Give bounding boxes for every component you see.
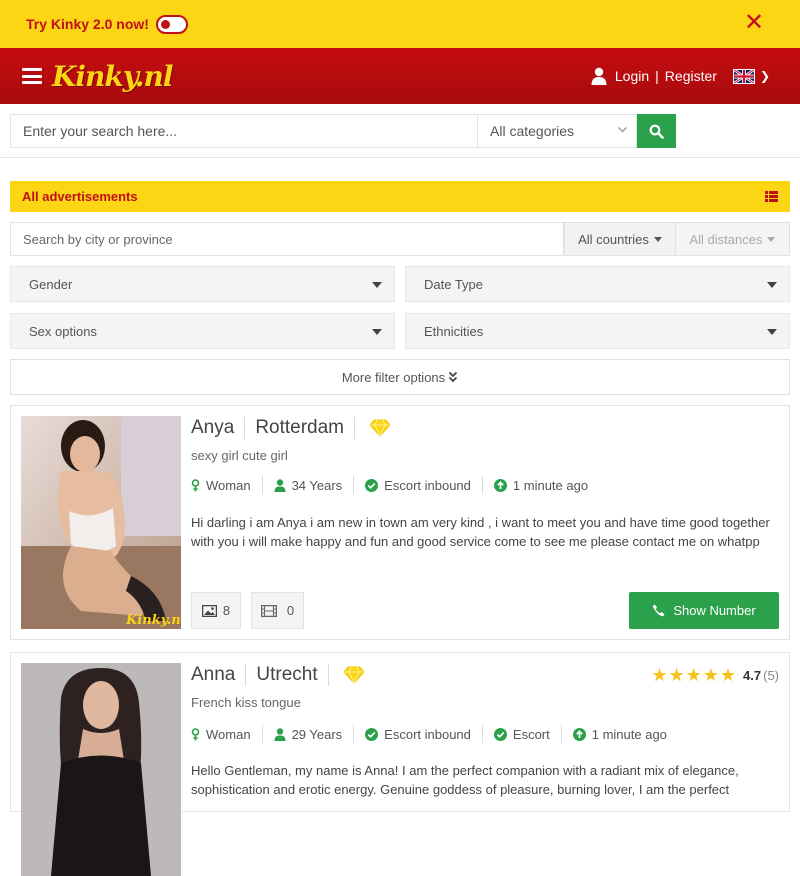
photo-count: 8 bbox=[222, 603, 231, 618]
country-select[interactable]: All countries bbox=[564, 222, 676, 256]
ethnicities-select[interactable]: Ethnicities bbox=[405, 313, 790, 349]
ad-type: Escort inbound bbox=[384, 477, 471, 493]
diamond-icon bbox=[369, 419, 391, 437]
check-circle-icon bbox=[365, 727, 379, 741]
uk-flag-icon[interactable] bbox=[732, 68, 755, 84]
check-circle-icon bbox=[493, 727, 507, 741]
toggle-knob bbox=[160, 19, 170, 29]
video-count: 0 bbox=[286, 603, 295, 618]
search-button[interactable] bbox=[637, 114, 676, 148]
ad-meta: Woman 34 Years Escort inbound 1 minute a… bbox=[191, 476, 588, 494]
ad-tagline: French kiss tongue bbox=[191, 695, 301, 710]
promo-bar: Try Kinky 2.0 now! ✕ bbox=[0, 0, 800, 48]
show-number-label: Show Number bbox=[673, 603, 756, 618]
caret-down-icon bbox=[653, 236, 662, 242]
image-icon bbox=[201, 604, 217, 617]
search-icon bbox=[649, 124, 664, 139]
arrow-up-circle-icon bbox=[493, 478, 507, 492]
show-number-button[interactable]: Show Number bbox=[629, 592, 779, 629]
distance-value: All distances bbox=[689, 231, 763, 247]
ad-name[interactable]: Anna bbox=[191, 664, 235, 686]
nav-separator: | bbox=[655, 68, 659, 84]
ads-title: All advertisements bbox=[22, 189, 138, 204]
ad-photo[interactable] bbox=[21, 663, 181, 876]
diamond-icon bbox=[342, 666, 365, 684]
ad-posted: 1 minute ago bbox=[591, 726, 667, 742]
caret-down-icon bbox=[767, 282, 777, 288]
star-rating-icon: ★★★★★ bbox=[651, 665, 738, 685]
menu-icon[interactable] bbox=[22, 68, 42, 84]
search-bar: Enter your search here... All categories bbox=[0, 104, 800, 158]
distance-select[interactable]: All distances bbox=[676, 222, 790, 256]
rating-count: (5) bbox=[763, 668, 779, 683]
ad-age: 34 Years bbox=[291, 477, 343, 493]
promo-text[interactable]: Try Kinky 2.0 now! bbox=[26, 16, 149, 32]
search-input[interactable]: Enter your search here... bbox=[10, 114, 478, 148]
register-link[interactable]: Register bbox=[665, 68, 717, 84]
ad-type: Escort inbound bbox=[384, 726, 471, 742]
ad-meta: Woman 29 Years Escort inbound Escort 1 m… bbox=[191, 725, 667, 743]
close-icon[interactable]: ✕ bbox=[744, 11, 764, 35]
ad-description: Hi darling i am Anya i am new in town am… bbox=[191, 515, 770, 549]
arrow-up-circle-icon bbox=[572, 727, 586, 741]
ad-age: 29 Years bbox=[291, 726, 343, 742]
ad-posted: 1 minute ago bbox=[512, 477, 589, 493]
caret-down-icon bbox=[372, 282, 382, 288]
ad-gender: Woman bbox=[206, 726, 251, 742]
rating-score: 4.7 bbox=[743, 668, 762, 683]
site-logo[interactable]: Kinky.nl bbox=[52, 60, 174, 93]
more-filters-label: More filter options bbox=[341, 369, 446, 385]
ad-card[interactable]: Kinky.nl Anya Rotterdam sexy girl cute g… bbox=[10, 405, 790, 640]
phone-icon bbox=[653, 604, 665, 617]
user-icon bbox=[591, 67, 607, 85]
chevron-down-icon bbox=[618, 127, 627, 133]
venus-icon bbox=[191, 727, 200, 740]
gender-label: Gender bbox=[29, 276, 73, 292]
venus-icon bbox=[191, 478, 200, 491]
ad-gender: Woman bbox=[206, 477, 251, 493]
videos-button[interactable]: 0 bbox=[251, 592, 304, 629]
ad-description: Hello Gentleman, my name is Anna! I am t… bbox=[191, 763, 739, 797]
login-link[interactable]: Login bbox=[615, 68, 649, 84]
check-circle-icon bbox=[365, 478, 379, 492]
ad-city[interactable]: Rotterdam bbox=[255, 417, 344, 439]
ad-type-secondary: Escort bbox=[512, 726, 550, 742]
gender-select[interactable]: Gender bbox=[10, 266, 395, 302]
sex-options-select[interactable]: Sex options bbox=[10, 313, 395, 349]
country-value: All countries bbox=[578, 231, 649, 247]
ad-title-row: Anya Rotterdam bbox=[191, 416, 391, 440]
rating: ★★★★★ 4.7 (5) bbox=[651, 665, 779, 686]
category-value: All categories bbox=[490, 123, 575, 139]
ad-tagline: sexy girl cute girl bbox=[191, 448, 288, 463]
date-type-label: Date Type bbox=[424, 276, 484, 292]
ad-city[interactable]: Utrecht bbox=[256, 664, 317, 686]
more-filters-button[interactable]: More filter options bbox=[10, 359, 790, 395]
site-header: Kinky.nl Login | Register ❯ bbox=[0, 48, 800, 104]
ads-header-bar: All advertisements bbox=[10, 181, 790, 212]
city-search-input[interactable]: Search by city or province bbox=[10, 222, 564, 256]
caret-down-icon bbox=[767, 329, 777, 335]
date-type-select[interactable]: Date Type bbox=[405, 266, 790, 302]
sex-options-label: Sex options bbox=[29, 323, 97, 339]
person-icon bbox=[274, 727, 286, 741]
chevron-down-icon[interactable]: ❯ bbox=[760, 69, 770, 83]
photos-button[interactable]: 8 bbox=[191, 592, 241, 629]
list-view-icon[interactable] bbox=[765, 191, 778, 202]
caret-down-icon bbox=[767, 236, 776, 242]
caret-down-icon bbox=[372, 329, 382, 335]
account-nav: Login | Register ❯ bbox=[591, 48, 770, 104]
person-icon bbox=[274, 478, 286, 492]
ad-title-row: Anna Utrecht bbox=[191, 663, 365, 687]
promo-toggle[interactable] bbox=[155, 14, 188, 34]
ad-photo[interactable]: Kinky.nl bbox=[21, 416, 181, 629]
ethnicities-label: Ethnicities bbox=[424, 323, 484, 339]
category-select[interactable]: All categories bbox=[477, 114, 637, 148]
double-chevron-down-icon bbox=[449, 371, 458, 383]
ad-card[interactable]: Anna Utrecht ★★★★★ 4.7 (5) French kiss t… bbox=[10, 652, 790, 876]
ad-name[interactable]: Anya bbox=[191, 417, 234, 439]
film-icon bbox=[260, 604, 277, 617]
photo-watermark: Kinky.nl bbox=[125, 613, 181, 628]
